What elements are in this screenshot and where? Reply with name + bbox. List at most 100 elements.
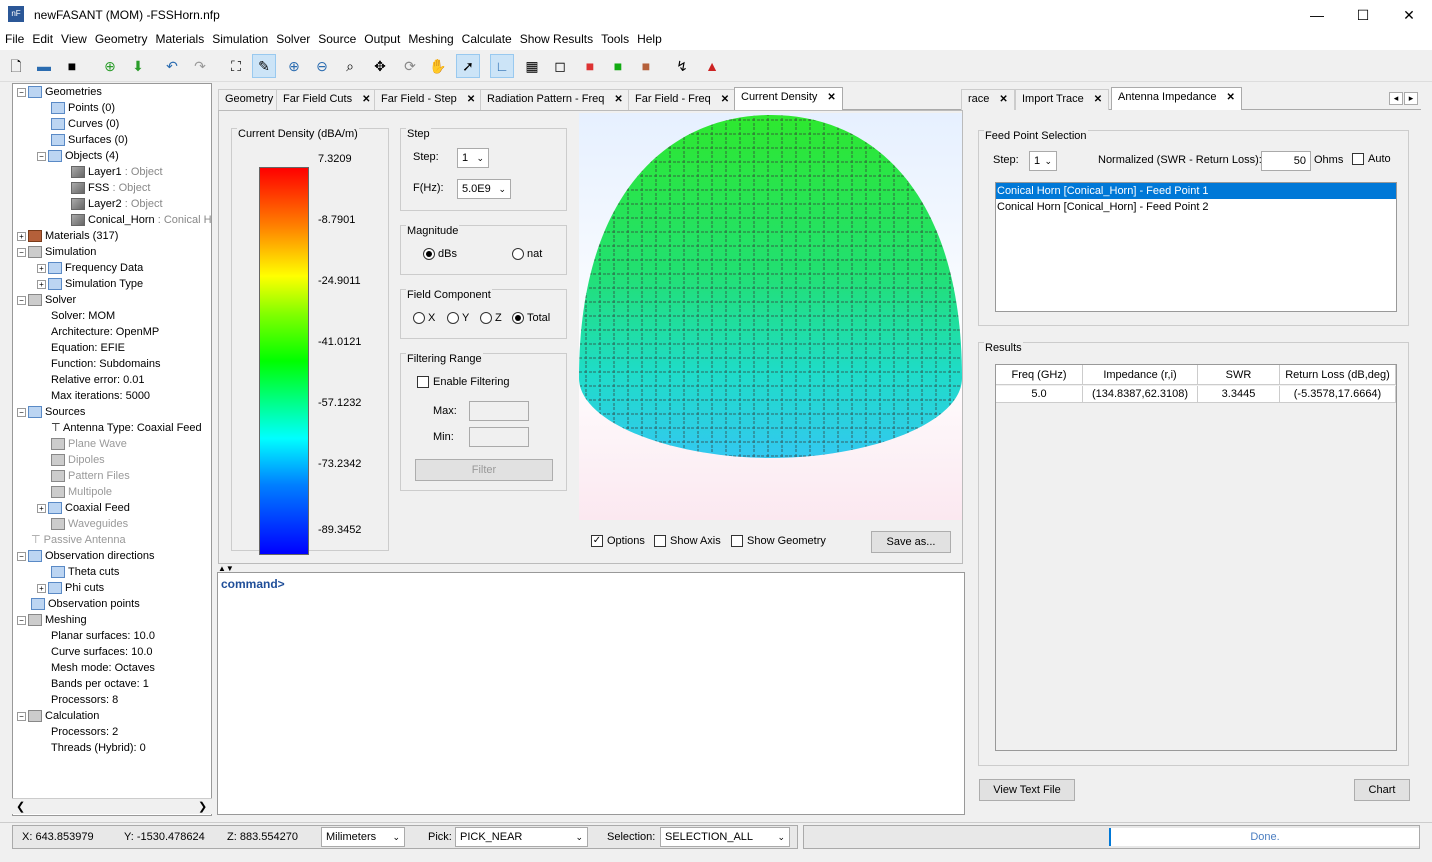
axis-icon[interactable]: ∟ — [490, 54, 514, 78]
tree-observation-directions[interactable]: − Observation directions — [17, 548, 154, 564]
tab-radiation-pattern-freq[interactable]: Radiation Pattern - Freq ✕ — [480, 89, 630, 110]
menu-view[interactable]: View — [58, 30, 90, 48]
tree-architecture[interactable]: Architecture: OpenMP — [51, 324, 159, 340]
cube-wire-icon[interactable]: ◻ — [548, 54, 572, 78]
tab-far-field-cuts[interactable]: Far Field Cuts ✕ — [276, 89, 378, 110]
tree-waveguides[interactable]: Waveguides — [51, 516, 128, 532]
3d-current-density-view[interactable] — [579, 113, 962, 520]
close-icon[interactable]: ✕ — [999, 94, 1007, 105]
tree-dipoles[interactable]: Dipoles — [51, 452, 105, 468]
close-window-button[interactable]: ✕ — [1386, 0, 1432, 30]
close-icon[interactable]: ✕ — [827, 92, 835, 103]
table-row[interactable]: 5.0 (134.8387,62.3108) 3.3445 (-5.3578,1… — [996, 386, 1396, 403]
results-table[interactable]: Freq (GHz) Impedance (r,i) SWR Return Lo… — [995, 364, 1397, 751]
menu-geometry[interactable]: Geometry — [92, 30, 151, 48]
close-icon[interactable]: ✕ — [362, 94, 370, 105]
list-item[interactable]: Conical Horn [Conical_Horn] - Feed Point… — [996, 183, 1396, 199]
radio-y[interactable]: Y — [447, 312, 469, 325]
max-input[interactable] — [469, 401, 529, 421]
tree-fss[interactable]: FSS : Object — [71, 180, 150, 196]
close-icon[interactable]: ✕ — [614, 94, 622, 105]
radio-total[interactable]: Total — [512, 312, 550, 325]
tree-processors-mesh[interactable]: Processors: 8 — [51, 692, 118, 708]
tab-trace[interactable]: race ✕ — [961, 89, 1015, 110]
zoom-out-icon[interactable]: ⊖ — [310, 54, 334, 78]
probe-icon[interactable]: ↯ — [670, 54, 694, 78]
tree-bands-per-octave[interactable]: Bands per octave: 1 — [51, 676, 149, 692]
col-swr[interactable]: SWR — [1198, 365, 1280, 385]
close-icon[interactable]: ✕ — [467, 94, 475, 105]
tree-layer2[interactable]: Layer2 : Object — [71, 196, 163, 212]
normalized-ohms-input[interactable]: 50 — [1261, 151, 1311, 171]
selection-combo[interactable]: SELECTION_ALL ⌄ — [660, 827, 790, 847]
pick-combo[interactable]: PICK_NEAR ⌄ — [455, 827, 588, 847]
tree-plane-wave[interactable]: Plane Wave — [51, 436, 127, 452]
tree-relative-error[interactable]: Relative error: 0.01 — [51, 372, 145, 388]
close-icon[interactable]: ✕ — [1094, 94, 1102, 105]
tree-threads[interactable]: Threads (Hybrid): 0 — [51, 740, 146, 756]
col-return-loss[interactable]: Return Loss (dB,deg) — [1280, 365, 1396, 385]
tree-surfaces[interactable]: Surfaces (0) — [51, 132, 128, 148]
zoom-box-icon[interactable]: ⌕ — [338, 54, 362, 78]
rotate-icon[interactable]: ⟳ — [398, 54, 422, 78]
select-pen-icon[interactable]: ✎ — [252, 54, 276, 78]
download-icon[interactable]: ⬇ — [126, 54, 150, 78]
menu-edit[interactable]: Edit — [29, 30, 56, 48]
tree-observation-points[interactable]: Observation points — [31, 596, 140, 612]
view-text-file-button[interactable]: View Text File — [979, 779, 1075, 801]
auto-checkbox[interactable]: Auto — [1352, 153, 1391, 166]
radio-nat[interactable]: nat — [512, 248, 542, 261]
cube-color-icon[interactable]: ■ — [578, 54, 602, 78]
tab-scroll-left-icon[interactable]: ◂ — [1389, 92, 1403, 105]
save-icon[interactable]: ■ — [60, 54, 84, 78]
tab-import-trace[interactable]: Import Trace ✕ — [1015, 89, 1110, 110]
tree-curves[interactable]: Curves (0) — [51, 116, 119, 132]
command-console[interactable]: command> — [217, 572, 965, 815]
close-icon[interactable]: ✕ — [721, 94, 729, 105]
tree-multipole[interactable]: Multipole — [51, 484, 112, 500]
show-axis-checkbox[interactable]: Show Axis — [654, 535, 721, 548]
tree-curve-surfaces[interactable]: Curve surfaces: 10.0 — [51, 644, 153, 660]
pan-icon[interactable]: ✥ — [368, 54, 392, 78]
tree-coaxial-feed[interactable]: + Coaxial Feed — [37, 500, 130, 516]
col-impedance[interactable]: Impedance (r,i) — [1083, 365, 1198, 385]
tree-meshing[interactable]: − Meshing — [17, 612, 87, 628]
list-item[interactable]: Conical Horn [Conical_Horn] - Feed Point… — [996, 199, 1396, 215]
tree-frequency-data[interactable]: + Frequency Data — [37, 260, 143, 276]
zoom-in-icon[interactable]: ⊕ — [282, 54, 306, 78]
tree-processors-calc[interactable]: Processors: 2 — [51, 724, 118, 740]
tree-geometries[interactable]: − Geometries — [17, 84, 102, 100]
enable-filtering-checkbox[interactable]: Enable Filtering — [417, 376, 509, 389]
tree-simulation-type[interactable]: + Simulation Type — [37, 276, 143, 292]
cube-brown-icon[interactable]: ■ — [634, 54, 658, 78]
tab-geometry[interactable]: Geometry — [218, 89, 281, 110]
scroll-left-icon[interactable]: ❮ — [16, 800, 25, 813]
new-file-icon[interactable]: 🗋 — [4, 54, 28, 78]
options-checkbox[interactable]: ✓ Options — [591, 535, 645, 548]
tree-objects[interactable]: − Objects (4) — [37, 148, 119, 164]
menu-show-results[interactable]: Show Results — [517, 30, 596, 48]
menu-solver[interactable]: Solver — [273, 30, 313, 48]
tree-phi-cuts[interactable]: + Phi cuts — [37, 580, 104, 596]
menu-calculate[interactable]: Calculate — [459, 30, 515, 48]
cube-green-icon[interactable]: ■ — [606, 54, 630, 78]
tree-theta-cuts[interactable]: Theta cuts — [51, 564, 119, 580]
menu-source[interactable]: Source — [315, 30, 359, 48]
close-icon[interactable]: ✕ — [1226, 92, 1234, 103]
fit-view-icon[interactable]: ⛶ — [224, 54, 248, 78]
tree-max-iterations[interactable]: Max iterations: 5000 — [51, 388, 150, 404]
add-icon[interactable]: ⊕ — [98, 54, 122, 78]
chart-button[interactable]: Chart — [1354, 779, 1410, 801]
grid-icon[interactable]: ▦ — [520, 54, 544, 78]
feed-step-combo[interactable]: 1 ⌄ — [1029, 151, 1057, 171]
scroll-right-icon[interactable]: ❯ — [198, 800, 207, 813]
tab-far-field-step[interactable]: Far Field - Step ✕ — [374, 89, 483, 110]
open-folder-icon[interactable]: ▬ — [32, 54, 56, 78]
tree-antenna-type[interactable]: ⊤ Antenna Type: Coaxial Feed — [51, 420, 202, 436]
tab-current-density[interactable]: Current Density ✕ — [734, 87, 843, 110]
tab-far-field-freq[interactable]: Far Field - Freq ✕ — [628, 89, 737, 110]
tree-sources[interactable]: − Sources — [17, 404, 85, 420]
filter-button[interactable]: Filter — [415, 459, 553, 481]
redo-icon[interactable]: ↷ — [188, 54, 212, 78]
menu-tools[interactable]: Tools — [598, 30, 632, 48]
